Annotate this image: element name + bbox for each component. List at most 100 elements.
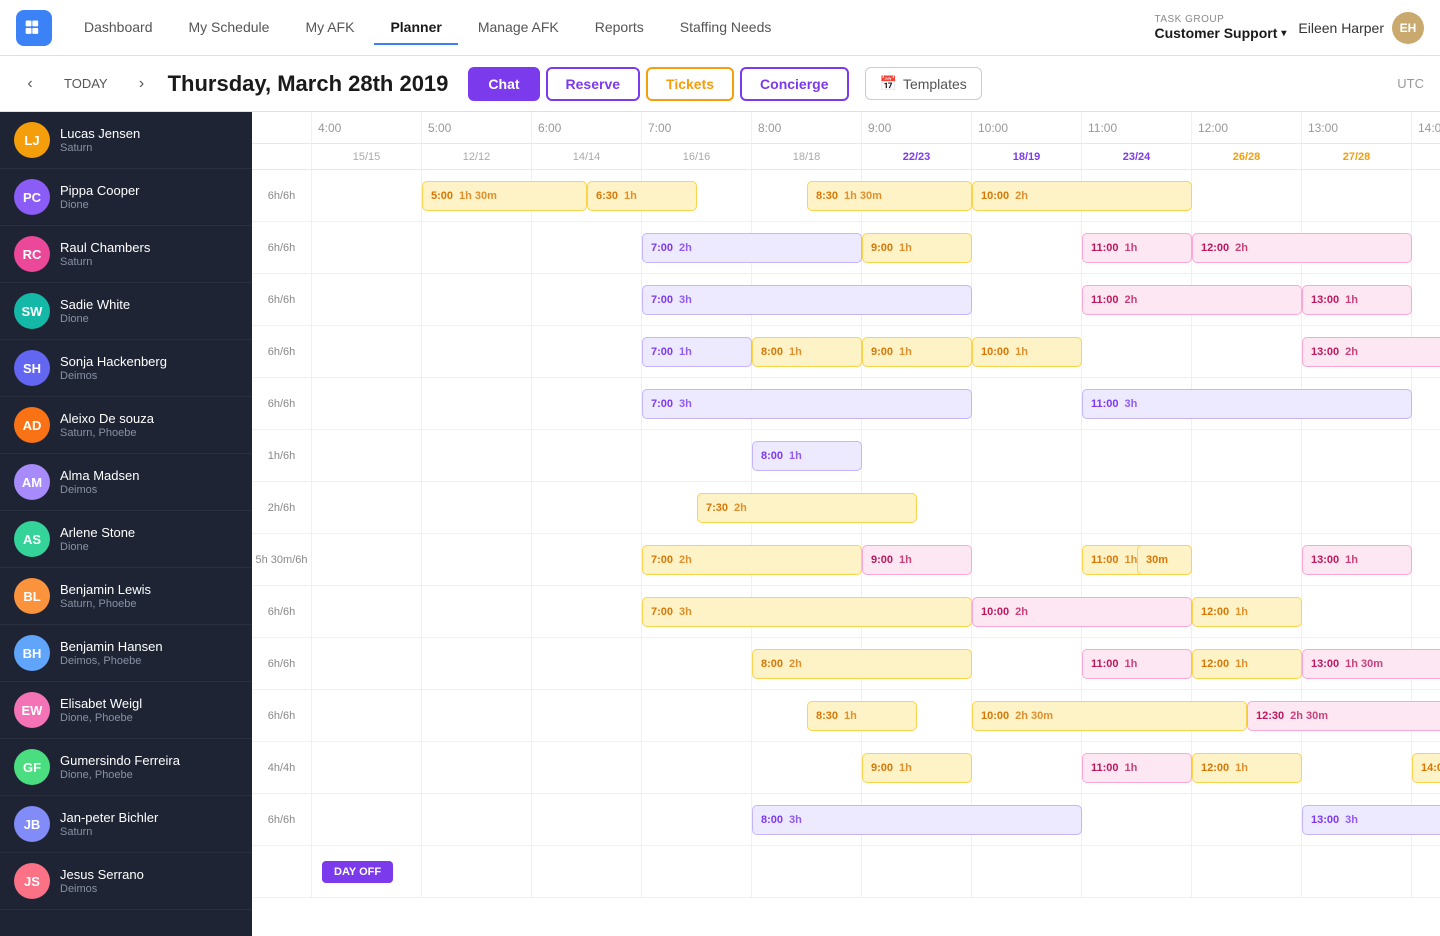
agent-timeline[interactable]: 8:301h 10:002h 30m12:302h 30m — [312, 690, 1440, 741]
shift-block[interactable]: 12:002h — [1192, 233, 1412, 263]
agent-timeline[interactable]: 5:001h 30m6:301h 8:301h 30m10:002h — [312, 170, 1440, 221]
time-slot — [972, 638, 1082, 689]
tab-concierge[interactable]: Concierge — [740, 67, 848, 101]
agent-timeline[interactable]: 9:001h 11:001h12:001h 14:001h — [312, 742, 1440, 793]
shift-block[interactable]: 9:001h — [862, 233, 972, 263]
shift-block[interactable]: 8:001h — [752, 441, 862, 471]
agent-row[interactable]: AD Aleixo De souza Saturn, Phoebe — [0, 397, 252, 454]
agent-timeline[interactable]: 7:002h9:001h11:001h30m13:001h — [312, 534, 1440, 585]
agent-row[interactable]: GF Gumersindo Ferreira Dione, Phoebe — [0, 739, 252, 796]
agent-timeline[interactable]: 8:003h 13:003h — [312, 794, 1440, 845]
shift-block[interactable]: 6:301h — [587, 181, 697, 211]
shift-block[interactable]: 7:002h — [642, 545, 862, 575]
tab-reserve[interactable]: Reserve — [546, 67, 641, 101]
prev-arrow[interactable]: ‹ — [16, 70, 44, 98]
agent-timeline[interactable]: 7:003h 11:003h — [312, 378, 1440, 429]
shift-block[interactable]: 7:302h — [697, 493, 917, 523]
agent-timeline[interactable]: 7:002h9:001h 11:001h12:002h — [312, 222, 1440, 273]
nav-item-reports[interactable]: Reports — [579, 11, 660, 45]
agent-row[interactable]: JB Jan-peter Bichler Saturn — [0, 796, 252, 853]
shift-block[interactable]: 9:001h — [862, 753, 972, 783]
shift-block[interactable]: 10:002h — [972, 181, 1192, 211]
shift-block[interactable]: 12:001h — [1192, 597, 1302, 627]
agent-row[interactable]: EW Elisabet Weigl Dione, Phoebe — [0, 682, 252, 739]
next-arrow[interactable]: › — [128, 70, 156, 98]
templates-button[interactable]: 📅 Templates — [865, 67, 982, 100]
shift-block[interactable]: 10:002h 30m — [972, 701, 1247, 731]
shift-block[interactable]: 12:001h — [1192, 649, 1302, 679]
shift-duration: 1h 30m — [844, 190, 882, 202]
shift-block[interactable]: 13:001h — [1302, 545, 1412, 575]
shift-block[interactable]: 8:001h — [752, 337, 862, 367]
agent-info: Benjamin Lewis Saturn, Phoebe — [60, 582, 238, 610]
shift-block[interactable]: 10:002h — [972, 597, 1192, 627]
shift-block[interactable]: 11:003h — [1082, 389, 1412, 419]
agent-row[interactable]: SH Sonja Hackenberg Deimos — [0, 340, 252, 397]
agent-timeline[interactable]: 8:002h11:001h12:001h13:001h 30m30m — [312, 638, 1440, 689]
agent-row[interactable]: SW Sadie White Dione — [0, 283, 252, 340]
task-group[interactable]: TASK GROUP Customer Support ▾ — [1154, 14, 1286, 41]
agent-row[interactable]: BL Benjamin Lewis Saturn, Phoebe — [0, 568, 252, 625]
agent-row[interactable]: AS Arlene Stone Dione — [0, 511, 252, 568]
agent-info: Alma Madsen Deimos — [60, 468, 238, 496]
agent-row[interactable]: AM Alma Madsen Deimos — [0, 454, 252, 511]
agent-name: Sonja Hackenberg — [60, 354, 238, 369]
schedule-row: 6h/6h7:003h11:003h — [252, 378, 1440, 430]
user-info: Eileen Harper EH — [1298, 12, 1424, 44]
shift-block[interactable]: 11:002h — [1082, 285, 1302, 315]
shift-block[interactable]: 9:001h — [862, 545, 972, 575]
shift-block[interactable]: 7:001h — [642, 337, 752, 367]
shift-block[interactable]: 8:301h — [807, 701, 917, 731]
agent-timeline[interactable]: 7:003h10:002h12:001h — [312, 586, 1440, 637]
nav-item-my-afk[interactable]: My AFK — [289, 11, 370, 45]
shift-block[interactable]: 7:003h — [642, 389, 972, 419]
time-header-cell: 12:00 — [1192, 112, 1302, 143]
count-cell: 27/28 — [1302, 144, 1412, 169]
shift-block[interactable]: 11:001h — [1082, 753, 1192, 783]
shift-time: 7:00 — [651, 554, 673, 566]
shift-duration: 1h — [624, 190, 637, 202]
agent-row[interactable]: RC Raul Chambers Saturn — [0, 226, 252, 283]
shift-block[interactable]: 12:302h 30m — [1247, 701, 1440, 731]
shift-block[interactable]: 13:001h — [1302, 285, 1412, 315]
nav-item-my-schedule[interactable]: My Schedule — [173, 11, 286, 45]
shift-block[interactable]: 5:001h 30m — [422, 181, 587, 211]
tab-tickets[interactable]: Tickets — [646, 67, 734, 101]
shift-time: 8:00 — [761, 450, 783, 462]
today-button[interactable]: TODAY — [56, 72, 116, 95]
shift-block[interactable]: 7:003h — [642, 285, 972, 315]
shift-block[interactable]: 9:001h — [862, 337, 972, 367]
tab-chat[interactable]: Chat — [468, 67, 539, 101]
agent-row[interactable]: LJ Lucas Jensen Saturn — [0, 112, 252, 169]
nav-item-planner[interactable]: Planner — [374, 11, 457, 45]
shift-block[interactable]: 8:002h — [752, 649, 972, 679]
agent-row[interactable]: BH Benjamin Hansen Deimos, Phoebe — [0, 625, 252, 682]
shift-block[interactable]: 13:001h 30m — [1302, 649, 1440, 679]
shift-block[interactable]: 30m — [1137, 545, 1192, 575]
shift-time: 13:00 — [1311, 814, 1339, 826]
shift-block[interactable]: 12:001h — [1192, 753, 1302, 783]
shift-block[interactable]: 11:001h — [1082, 233, 1192, 263]
shift-block[interactable]: 11:001h — [1082, 649, 1192, 679]
nav-item-dashboard[interactable]: Dashboard — [68, 11, 169, 45]
shift-block[interactable]: 8:301h 30m — [807, 181, 972, 211]
agent-timeline[interactable]: 8:001h — [312, 430, 1440, 481]
shift-block[interactable]: 7:003h — [642, 597, 972, 627]
agent-timeline[interactable]: DAY OFF — [312, 846, 1440, 897]
shift-block[interactable]: 13:002h — [1302, 337, 1440, 367]
agent-timeline[interactable]: 7:001h8:001h9:001h10:001h 13:002h — [312, 326, 1440, 377]
shift-block[interactable]: 7:002h — [642, 233, 862, 263]
shift-block[interactable]: 10:001h — [972, 337, 1082, 367]
agent-row[interactable]: PC Pippa Cooper Dione — [0, 169, 252, 226]
shift-block[interactable]: 8:003h — [752, 805, 1082, 835]
nav-item-manage-afk[interactable]: Manage AFK — [462, 11, 575, 45]
agent-name: Jan-peter Bichler — [60, 810, 238, 825]
agent-timeline[interactable]: 7:003h 11:002h13:001h — [312, 274, 1440, 325]
agent-row[interactable]: JS Jesus Serrano Deimos — [0, 853, 252, 910]
nav-item-staffing-needs[interactable]: Staffing Needs — [664, 11, 788, 45]
shift-block[interactable]: 13:003h — [1302, 805, 1440, 835]
agent-timeline[interactable]: 7:302h — [312, 482, 1440, 533]
shift-block[interactable]: 14:001h — [1412, 753, 1440, 783]
tab-buttons: Chat Reserve Tickets Concierge — [468, 67, 848, 101]
calendar[interactable]: 4:005:006:007:008:009:0010:0011:0012:001… — [252, 112, 1440, 936]
